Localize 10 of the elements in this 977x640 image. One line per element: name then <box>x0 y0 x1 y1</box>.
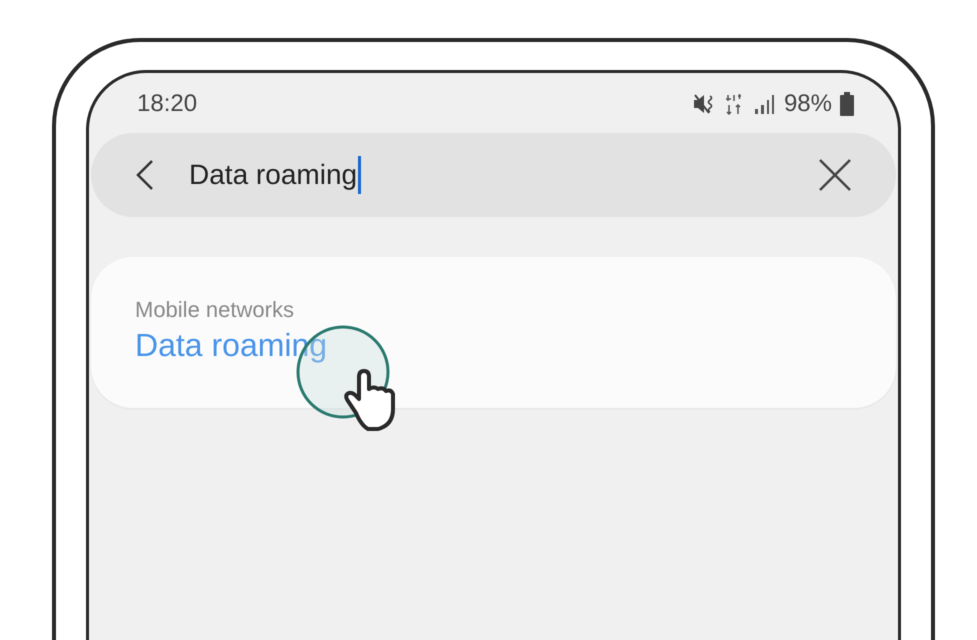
search-bar[interactable]: Data roaming <box>91 133 896 217</box>
back-icon[interactable] <box>135 159 155 191</box>
battery-icon <box>840 92 854 116</box>
close-icon[interactable] <box>818 158 852 192</box>
battery-percent: 98% <box>784 90 832 118</box>
result-category: Mobile networks <box>135 297 295 323</box>
status-time: 18:20 <box>137 90 198 118</box>
text-cursor <box>358 156 362 194</box>
search-field[interactable]: Data roaming <box>189 159 358 191</box>
signal-icon <box>754 94 776 114</box>
